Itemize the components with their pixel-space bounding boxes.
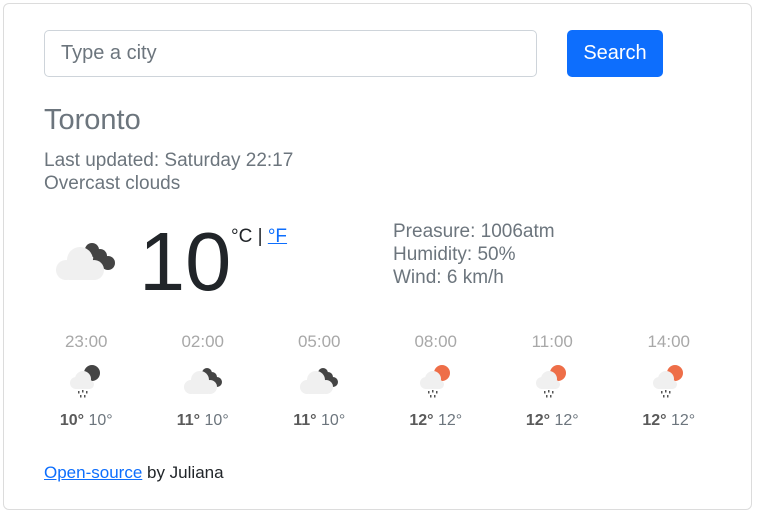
broken-clouds-icon [300, 368, 339, 394]
search-button[interactable]: Search [567, 30, 663, 77]
forecast-item: 05:00 11° 10° [261, 332, 378, 430]
forecast-temps: 12° 12° [611, 412, 728, 430]
open-source-link[interactable]: Open-source [44, 463, 142, 482]
forecast-time: 11:00 [531, 332, 573, 351]
forecast-temps: 12° 12° [494, 412, 611, 430]
forecast-max: 11° [293, 412, 317, 429]
unit-toggle: °C | °F [231, 226, 287, 248]
pressure: Preasure: 1006atm [393, 221, 555, 242]
forecast-time: 14:00 [647, 332, 691, 351]
broken-clouds-icon [183, 368, 222, 394]
city-search-input[interactable] [44, 30, 537, 77]
day-rain-icon [419, 365, 450, 398]
forecast-max: 12° [409, 412, 434, 429]
forecast-time: 05:00 [297, 332, 341, 351]
current-temperature: 10 [139, 215, 232, 308]
day-rain-icon [536, 365, 567, 398]
forecast-item: 02:00 11° 10° [145, 332, 262, 430]
weather-meta: Last updated: Saturday 22:17 Overcast cl… [44, 149, 293, 195]
last-updated: Last updated: Saturday 22:17 [44, 150, 294, 171]
overcast-clouds-icon [56, 243, 115, 280]
humidity: Humidity: 50% [393, 244, 516, 265]
forecast-min: 10° [88, 412, 113, 429]
forecast-max: 12° [642, 412, 667, 429]
unit-separator: | [257, 226, 263, 247]
forecast-min: 10° [321, 412, 346, 429]
unit-celsius: °C [231, 226, 253, 247]
wind: Wind: 6 km/h [393, 267, 504, 288]
forecast-min: 12° [437, 412, 463, 429]
weather-details: Preasure: 1006atm Humidity: 50% Wind: 6 … [393, 220, 555, 289]
forecast-temps: 12° 12° [378, 412, 495, 430]
forecast-time: 08:00 [414, 332, 458, 351]
forecast-temps: 10° 10° [28, 412, 145, 430]
forecast-item: 08:00 12° 12° [378, 332, 495, 430]
forecast-list: 23:00 10° 10° 02:00 11° 10° 05:00 11° 10… [28, 332, 728, 430]
forecast-temps: 11° 10° [145, 412, 262, 430]
forecast-item: 14:00 12° 12° [611, 332, 728, 430]
forecast-item: 11:00 12° 12° [494, 332, 611, 430]
day-rain-icon [652, 365, 683, 398]
forecast-max: 11° [176, 412, 201, 429]
forecast-temps: 11° 10° [261, 412, 378, 430]
forecast-item: 23:00 10° 10° [28, 332, 145, 430]
night-rain-icon [70, 365, 101, 398]
forecast-time: 02:00 [181, 332, 225, 351]
forecast-max: 10° [59, 412, 85, 429]
forecast-max: 12° [525, 412, 551, 429]
forecast-min: 10° [204, 412, 229, 429]
weather-card: Search Toronto Last updated: Saturday 22… [3, 3, 752, 510]
weather-description: Overcast clouds [44, 173, 181, 194]
forecast-min: 12° [670, 412, 696, 429]
forecast-min: 12° [554, 412, 579, 429]
forecast-time: 23:00 [64, 332, 108, 351]
city-name: Toronto [44, 104, 141, 136]
author-credit: by Juliana [142, 463, 224, 482]
footer: Open-source by Juliana [44, 463, 224, 483]
unit-fahrenheit-link[interactable]: °F [268, 226, 287, 247]
